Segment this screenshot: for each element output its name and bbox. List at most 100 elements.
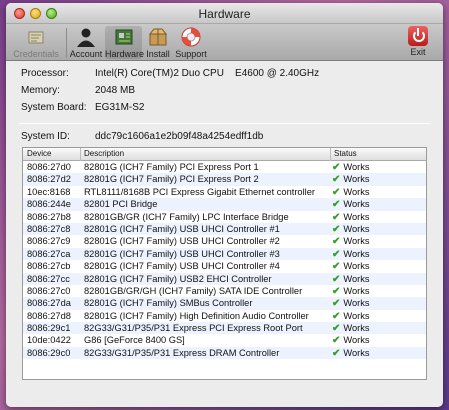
device-id-cell: 8086:27da [27,298,71,309]
status-text: Works [343,162,370,172]
description-cell: 82801G (ICH7 Family) USB UHCI Controller… [84,261,280,272]
device-id-cell: 8086:29c1 [27,323,71,334]
status-cell: ✔ Works [332,322,370,335]
table-row[interactable]: 10de:0422 G86 [GeForce 8400 GS] ✔ Works [23,334,426,346]
description-cell: RTL8111/8168B PCI Express Gigabit Ethern… [84,186,315,197]
status-cell: ✔ Works [332,260,370,273]
checkmark-icon: ✔ [332,261,341,273]
device-id-cell: 10ec:8168 [27,186,71,197]
device-table[interactable]: Device Description Status 8086:27d0 82801… [22,147,427,380]
processor-row: Processor: Intel(R) Core(TM)2 Duo CPU E4… [6,68,443,82]
support-label: Support [175,49,207,59]
description-cell: 82801 PCI Bridge [84,199,158,210]
toolbar-exit-button[interactable]: Exit [403,26,433,57]
status-text: Works [343,186,370,197]
memory-value: 2048 MB [95,85,136,96]
status-column-header[interactable]: Status [334,149,357,158]
checkmark-icon: ✔ [332,285,341,297]
description-cell: 82G33/G31/P35/P31 Express PCI Express Ro… [84,323,303,334]
table-row[interactable]: 8086:27ca 82801G (ICH7 Family) USB UHCI C… [23,247,426,261]
device-id-cell: 10de:0422 [27,335,71,346]
checkmark-icon: ✔ [332,248,341,260]
status-cell: ✔ Works [332,248,370,261]
device-id-cell: 8086:27c8 [27,223,71,234]
checkmark-icon: ✔ [332,223,341,235]
table-row[interactable]: 8086:27b8 82801GB/GR (ICH7 Family) LPC In… [23,211,426,223]
description-cell: G86 [GeForce 8400 GS] [84,335,185,346]
status-text: Works [343,273,370,284]
checkmark-icon: ✔ [332,310,341,322]
column-divider [330,148,331,161]
device-column-header[interactable]: Device [27,149,51,158]
toolbar-separator [66,28,67,58]
status-text: Works [343,199,370,210]
device-id-cell: 8086:27d8 [27,310,71,321]
install-icon [148,28,168,46]
table-row[interactable]: 8086:27cc 82801G (ICH7 Family) USB2 EHCI … [23,272,426,285]
table-row[interactable]: 10ec:8168 RTL8111/8168B PCI Express Gigab… [23,186,426,198]
status-cell: ✔ Works [332,223,370,236]
checkmark-icon: ✔ [332,236,341,248]
status-text: Works [343,223,370,234]
info-divider [19,123,430,124]
system-board-value: EG31M-S2 [95,102,145,113]
status-text: Works [343,174,370,185]
table-body: 8086:27d0 82801G (ICH7 Family) PCI Expres… [23,161,426,360]
status-cell: ✔ Works [332,211,370,224]
toolbar-hardware-button[interactable]: Hardware [105,26,144,59]
table-row[interactable]: 8086:27da 82801G (ICH7 Family) SMBus Cont… [23,297,426,310]
device-id-cell: 8086:27b8 [27,211,71,222]
checkmark-icon: ✔ [332,273,341,285]
table-row[interactable]: 8086:29c0 82G33/G31/P35/P31 Express DRAM … [23,346,426,360]
table-row[interactable]: 8086:27c0 82801GB/GR/GH (ICH7 Family) SAT… [23,285,426,297]
table-row[interactable]: 8086:27c9 82801G (ICH7 Family) USB UHCI C… [23,235,426,247]
credentials-label: Credentials [13,49,59,59]
toolbar-install-button[interactable]: Install [144,26,172,59]
status-cell: ✔ Works [332,186,370,199]
device-id-cell: 8086:29c0 [27,347,71,358]
status-text: Works [343,310,370,321]
device-id-cell: 8086:27cb [27,261,71,272]
toolbar: Credentials Account Hardware Install Sup… [6,24,443,61]
table-row[interactable]: 8086:27d2 82801G (ICH7 Family) PCI Expres… [23,173,426,186]
memory-row: Memory: 2048 MB [6,85,443,99]
checkmark-icon: ✔ [332,211,341,223]
checkmark-icon: ✔ [332,186,341,198]
title-bar: Hardware [6,3,443,24]
description-column-header[interactable]: Description [84,149,124,158]
status-cell: ✔ Works [332,297,370,310]
checkmark-icon: ✔ [332,335,341,347]
device-id-cell: 8086:27ca [27,248,71,259]
device-id-cell: 8086:27d0 [27,162,71,172]
status-text: Works [343,298,370,309]
description-cell: 82801G (ICH7 Family) USB2 EHCI Controlle… [84,273,272,284]
toolbar-credentials-button[interactable]: Credentials [10,26,62,59]
status-text: Works [343,323,370,334]
description-cell: 82801G (ICH7 Family) PCI Express Port 2 [84,174,259,185]
toolbar-support-button[interactable]: Support [174,26,208,59]
status-cell: ✔ Works [332,310,370,323]
table-row[interactable]: 8086:27c8 82801G (ICH7 Family) USB UHCI C… [23,222,426,236]
table-row[interactable]: 8086:27d8 82801G (ICH7 Family) High Defin… [23,310,426,322]
status-cell: ✔ Works [332,347,370,360]
description-cell: 82G33/G31/P35/P31 Express DRAM Controlle… [84,347,280,358]
checkmark-icon: ✔ [332,174,341,186]
table-row[interactable]: 8086:29c1 82G33/G31/P35/P31 Express PCI E… [23,322,426,335]
table-row[interactable]: 8086:27cb 82801G (ICH7 Family) USB UHCI C… [23,260,426,272]
system-id-value: ddc79c1606a1e2b09f48a4254edff1db [95,131,264,142]
app-window: Hardware Credentials Account Hardware In… [6,3,443,407]
device-id-cell: 8086:27d2 [27,174,71,185]
table-row[interactable]: 8086:244e 82801 PCI Bridge ✔ Works [23,198,426,211]
status-text: Works [343,335,370,346]
status-text: Works [343,347,370,358]
table-row[interactable]: 8086:27d0 82801G (ICH7 Family) PCI Expres… [23,161,426,173]
description-cell: 82801GB/GR (ICH7 Family) LPC Interface B… [84,211,289,222]
status-cell: ✔ Works [332,161,370,174]
status-cell: ✔ Works [332,334,370,347]
system-board-label: System Board: [21,102,87,113]
description-cell: 82801GB/GR/GH (ICH7 Family) SATA IDE Con… [84,285,303,296]
column-divider [80,148,81,161]
toolbar-account-button[interactable]: Account [68,26,104,59]
status-text: Works [343,285,370,296]
power-icon [408,26,428,46]
